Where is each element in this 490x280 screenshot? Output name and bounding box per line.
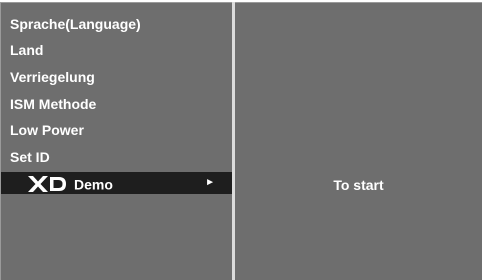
screen-edge	[482, 0, 490, 280]
menu-item-set-id[interactable]: Set ID	[1, 146, 233, 168]
menu-item-low-power[interactable]: Low Power	[1, 119, 233, 141]
to-start-button[interactable]: To start	[235, 174, 482, 196]
menu-item-country[interactable]: Land	[1, 39, 233, 61]
demo-submenu-panel: To start	[235, 2, 482, 280]
menu-item-language[interactable]: Sprache(Language)	[1, 13, 233, 35]
tv-osd-screen: Sprache(Language) Land Verriegelung ISM …	[0, 0, 490, 280]
menu-item-lock[interactable]: Verriegelung	[1, 66, 233, 88]
menu-item-label: Sprache(Language)	[10, 16, 141, 32]
menu-item-label: Verriegelung	[10, 69, 95, 85]
menu-item-demo[interactable]: Demo ►	[1, 172, 233, 194]
option-menu-panel: Sprache(Language) Land Verriegelung ISM …	[0, 2, 233, 280]
menu-item-label: Set ID	[10, 149, 50, 165]
menu-item-label: Land	[10, 42, 44, 58]
menu-item-label: Low Power	[10, 122, 84, 138]
right-triangle-icon: ►	[205, 177, 215, 188]
menu-item-label: Demo	[74, 176, 113, 193]
menu-item-label: ISM Methode	[10, 96, 97, 112]
xd-logo-icon	[28, 176, 66, 193]
menu-item-ism-method[interactable]: ISM Methode	[1, 93, 233, 115]
